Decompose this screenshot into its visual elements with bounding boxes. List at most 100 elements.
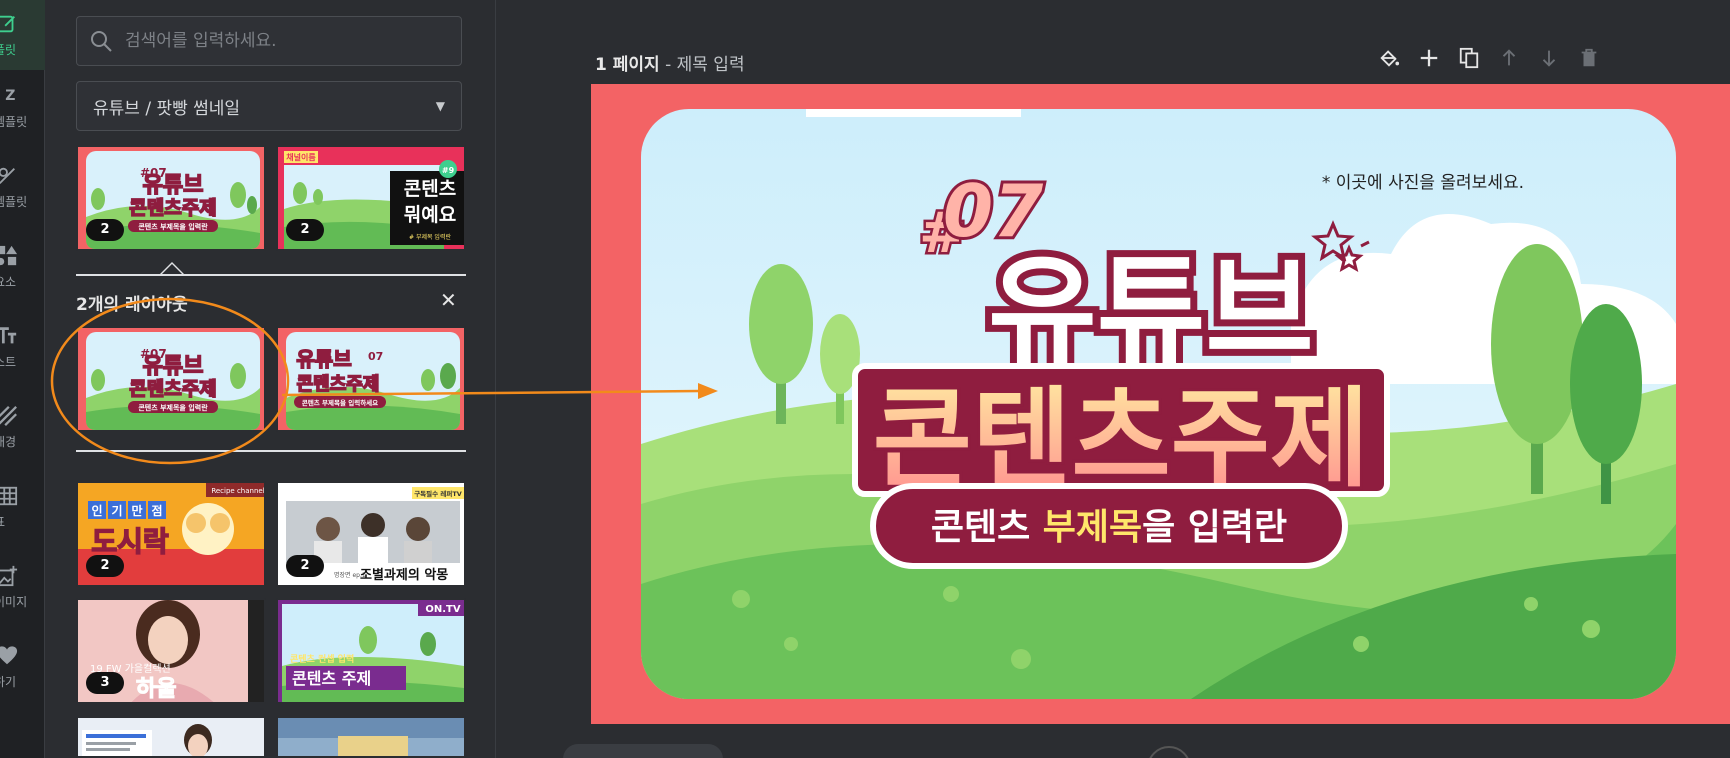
- rail-label: 표: [0, 513, 5, 530]
- arrow-up-icon: [1502, 49, 1516, 66]
- thumb-corner: Recipe channel: [211, 487, 264, 495]
- duplicate-page-button[interactable]: [1457, 46, 1481, 70]
- page-separator: -: [659, 55, 677, 75]
- divider: [76, 274, 466, 276]
- thumb-title-2: 뭐예요: [404, 204, 456, 226]
- thumb-title: 하울: [136, 677, 176, 702]
- thumb-caption: 조별과제의 악몽: [360, 567, 448, 583]
- thumb-number: 07: [368, 350, 383, 363]
- subtitle-highlight: 부제목: [1043, 507, 1142, 548]
- rail-item-templates[interactable]: 플릿: [0, 0, 45, 70]
- thumb-line-1: 콘텐츠 컨셉 입력: [290, 653, 354, 665]
- add-page-button[interactable]: [1417, 46, 1441, 70]
- page-count-badge: 2: [286, 555, 324, 577]
- thumb-preview: [278, 718, 464, 756]
- thumb-title-1: 유튜브: [143, 173, 204, 198]
- layout-option[interactable]: #07 유튜브 콘텐츠주제 콘텐츠 부제목을 입력란: [76, 326, 266, 432]
- page-number: 1 페이지: [595, 55, 660, 75]
- layout-option[interactable]: 유튜브 07 콘텐츠주제 콘텐츠 부제목을 입력하세요: [276, 326, 466, 432]
- arrow-down-icon: [1542, 50, 1556, 67]
- template-thumb[interactable]: 19 FW 가을컬렉션 하울 3: [76, 598, 266, 704]
- subtitle-part-1: 콘텐츠: [931, 507, 1043, 548]
- template-thumb[interactable]: [276, 716, 466, 758]
- thumb-corner: ON.TV: [425, 604, 460, 615]
- template-thumb[interactable]: 채널이름 콘텐츠 뭐예요 #9 # 부제목 입력란 2: [276, 145, 466, 251]
- thumb-title-2: 콘텐츠주제: [297, 374, 380, 395]
- rail-label: 이미지: [0, 594, 28, 609]
- rail-item-image[interactable]: 이미지: [0, 552, 45, 622]
- rail-item-table[interactable]: 표: [0, 472, 45, 542]
- thumb-tag: 만: [131, 503, 142, 518]
- search-icon: [91, 31, 112, 52]
- rail-item-my-templates[interactable]: 템플릿: [0, 152, 45, 222]
- thumb-line-2: 콘텐츠 주제: [292, 669, 371, 688]
- thumb-preview: 유튜브 07 콘텐츠주제 콘텐츠 부제목을 입력하세요: [278, 328, 464, 430]
- template-thumb[interactable]: 구독필수 레퍼TV 명장면 ep.1 조별과제의 악몽 2: [276, 481, 466, 587]
- thumb-preview: [78, 718, 264, 756]
- page-title-bar[interactable]: 1 페이지 - 제목 입력: [595, 50, 745, 75]
- zoom-control[interactable]: [1147, 746, 1191, 758]
- app-window: 플릿 IZ 템플릿 템플릿 요소 스트 배경 표 이미지: [0, 0, 1730, 758]
- rail-item-background[interactable]: 배경: [0, 392, 45, 462]
- thumb-tag: 기: [111, 503, 122, 518]
- thumb-tag: 인: [91, 503, 102, 518]
- divider: [76, 450, 466, 452]
- editor-area: 1 페이지 - 제목 입력 * 이곳에 사진을 올려보세요. # 07 유튜브 …: [497, 0, 1730, 758]
- thumb-sub: # 부제목 입력란: [409, 233, 451, 241]
- page-count-badge: 2: [86, 219, 124, 241]
- thumb-corner: 구독필수 레퍼TV: [414, 489, 462, 498]
- page-toolbar: [1377, 46, 1601, 70]
- rail-label: 템플릿: [0, 114, 28, 129]
- photo-placeholder-hint[interactable]: * 이곳에 사진을 올려보세요.: [1322, 173, 1524, 193]
- pen-template-icon: [0, 167, 15, 184]
- thumb-title-2: 콘텐츠주제: [129, 197, 216, 219]
- text-icon: [0, 326, 17, 343]
- paint-bucket-icon: [1380, 50, 1400, 67]
- canvas-artwork: * 이곳에 사진을 올려보세요. # 07 유튜브 콘텐츠주제 콘텐츠 부제목을: [641, 109, 1676, 699]
- canvas-number[interactable]: 07: [940, 166, 1046, 256]
- thumb-title-1: 유튜브: [296, 347, 351, 371]
- template-thumb[interactable]: Recipe channel 인 기 만 점 도시락 2: [76, 481, 266, 587]
- thumb-title-1: 콘텐츠: [404, 178, 456, 200]
- search-box[interactable]: [76, 16, 462, 66]
- template-thumb[interactable]: [76, 716, 266, 758]
- fill-color-button[interactable]: [1377, 46, 1401, 70]
- rail-label: 스트: [0, 354, 17, 369]
- page-count-badge: 2: [86, 555, 124, 577]
- rail-label: 요소: [0, 274, 17, 289]
- biz-text-icon: IZ: [0, 87, 20, 104]
- rail-label: 하기: [0, 674, 17, 689]
- template-thumb[interactable]: #07 유튜브 콘텐츠주제 콘텐츠 부제목을 입력란 2: [76, 145, 266, 251]
- thumb-sub: 콘텐츠 부제목을 입력하세요: [302, 398, 378, 407]
- move-up-button[interactable]: [1497, 46, 1521, 70]
- thumb-title-1: 유튜브: [143, 354, 204, 379]
- rail-label: 배경: [0, 434, 17, 449]
- background-icon: [0, 405, 17, 426]
- move-down-button[interactable]: [1537, 46, 1561, 70]
- search-input[interactable]: [125, 31, 445, 51]
- canvas-subtitle[interactable]: 콘텐츠 부제목을 입력란: [931, 507, 1287, 548]
- rail-item-elements[interactable]: 요소: [0, 232, 45, 302]
- delete-page-button[interactable]: [1577, 46, 1601, 70]
- thumb-tag: 채널이름: [286, 152, 316, 162]
- canvas-title-line-1[interactable]: 유튜브: [981, 235, 1321, 387]
- tool-rail: 플릿 IZ 템플릿 템플릿 요소 스트 배경 표 이미지: [0, 0, 45, 758]
- design-canvas[interactable]: * 이곳에 사진을 올려보세요. # 07 유튜브 콘텐츠주제 콘텐츠 부제목을: [591, 84, 1730, 724]
- chevron-down-icon: ▼: [435, 99, 445, 113]
- category-select[interactable]: 유튜브 / 팟빵 썸네일 ▼: [76, 81, 462, 131]
- page-nav-pill[interactable]: [563, 744, 723, 758]
- page-title[interactable]: 제목 입력: [677, 55, 745, 75]
- copy-icon: [1459, 47, 1479, 69]
- close-icon[interactable]: ✕: [440, 288, 457, 312]
- template-panel: 유튜브 / 팟빵 썸네일 ▼ #07 유튜브 콘텐츠주제 콘텐츠 부제목을 입력…: [46, 0, 496, 758]
- table-icon: [0, 486, 18, 505]
- rail-item-favorites[interactable]: 하기: [0, 632, 45, 702]
- rail-item-text[interactable]: 스트: [0, 312, 45, 382]
- edit-template-icon: [0, 15, 15, 32]
- thumb-tag: 점: [151, 503, 162, 518]
- thumb-title-2: 콘텐츠주제: [129, 378, 216, 400]
- template-thumb[interactable]: ON.TV 콘텐츠 컨셉 입력 콘텐츠 주제: [276, 598, 466, 704]
- page-count-badge: 2: [286, 219, 324, 241]
- thumb-sub: 콘텐츠 부제목을 입력란: [138, 403, 208, 412]
- rail-item-biz-templates[interactable]: IZ 템플릿: [0, 72, 45, 142]
